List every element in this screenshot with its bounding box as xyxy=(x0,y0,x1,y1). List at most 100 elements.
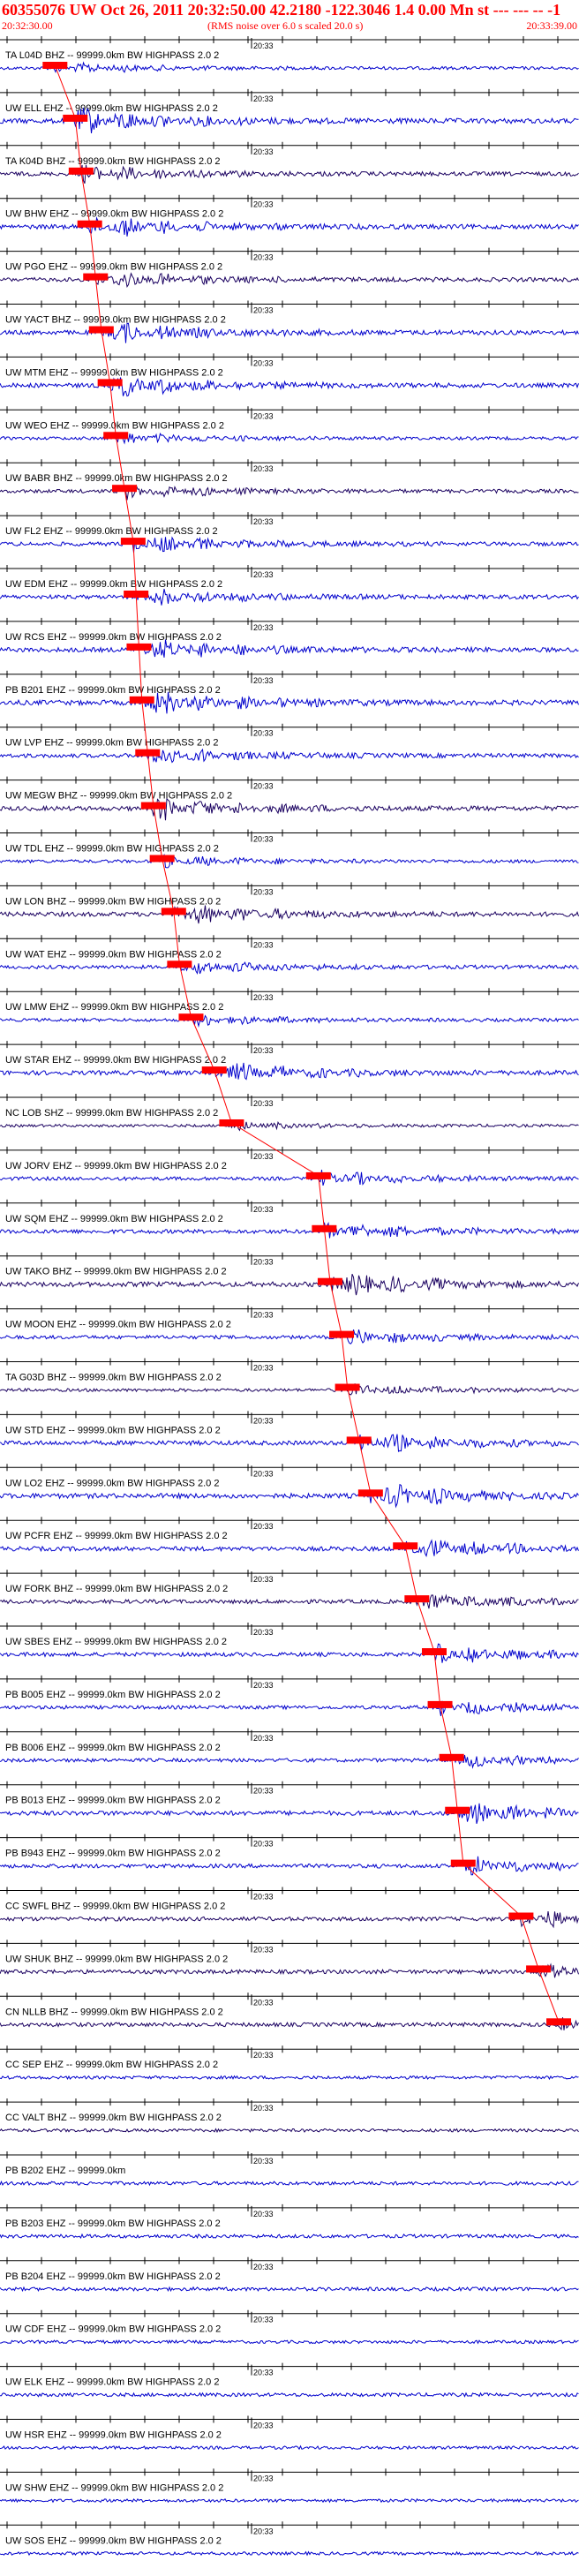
minute-label: 20:33 xyxy=(253,782,274,791)
waveform xyxy=(0,905,579,924)
minute-label: 20:33 xyxy=(253,2051,274,2060)
minute-label: 20:33 xyxy=(253,1522,274,1531)
minute-label: 20:33 xyxy=(253,729,274,738)
trace-row: 20:33 PB B006 EHZ -- 99999.0km BW HIGHPAS… xyxy=(0,1728,579,1769)
trace-label: UW MTM EHZ -- 99999.0km BW HIGHPASS 2.0 … xyxy=(5,367,223,378)
minute-label: 20:33 xyxy=(253,1998,274,2007)
minute-label: 20:33 xyxy=(253,2210,274,2218)
trace-row: 20:33 TA G03D BHZ -- 99999.0km BW HIGHPAS… xyxy=(0,1358,579,1396)
minute-label: 20:33 xyxy=(253,570,274,579)
trace-row: 20:33 PB B013 EHZ -- 99999.0km BW HIGHPAS… xyxy=(0,1781,579,1825)
waveform xyxy=(0,1169,579,1186)
trace-row: 20:33 UW RCS EHZ -- 99999.0km BW HIGHPASS… xyxy=(0,617,579,658)
trace-label: UW SOS EHZ -- 99999.0km BW HIGHPASS 2.0 … xyxy=(5,2535,222,2546)
minute-label: 20:33 xyxy=(253,1945,274,1954)
waveform xyxy=(0,1911,579,1929)
trace-row: 20:33 UW TAKO BHZ -- 99999.0km BW HIGHPAS… xyxy=(0,1252,579,1296)
minute-label: 20:33 xyxy=(253,94,274,103)
trace-row: 20:33 UW MOON EHZ -- 99999.0km BW HIGHPAS… xyxy=(0,1305,579,1344)
waveform xyxy=(0,1221,579,1239)
record-header: 60355076 UW Oct 26, 2011 20:32:50.00 42.… xyxy=(0,0,579,35)
pick-marker xyxy=(546,2018,572,2026)
trace-label: UW MOON EHZ -- 99999.0km BW HIGHPASS 2.0… xyxy=(5,1320,231,1330)
minute-label: 20:33 xyxy=(253,835,274,844)
trace-row: 20:33 UW BABR BHZ -- 99999.0km BW HIGHPAS… xyxy=(0,459,579,501)
waveform xyxy=(0,748,579,764)
trace-row: 20:33 PB B005 EHZ -- 99999.0km BW HIGHPAS… xyxy=(0,1675,579,1716)
minute-label: 20:33 xyxy=(253,1734,274,1743)
trace-row: 20:33 UW WAT EHZ -- 99999.0km BW HIGHPASS… xyxy=(0,935,579,975)
trace-row: 20:33 UW SQM EHZ -- 99999.0km BW HIGHPASS… xyxy=(0,1199,579,1239)
minute-label: 20:33 xyxy=(253,464,274,473)
trace-row: 20:33 CN NLLB BHZ -- 99999.0km BW HIGHPAS… xyxy=(0,1992,579,2031)
trace-label: UW LMW EHZ -- 99999.0km BW HIGHPASS 2.0 … xyxy=(5,1002,223,1013)
trace-row: 20:33 UW HSR EHZ -- 99999.0km BW HIGHPASS… xyxy=(0,2415,579,2451)
trace-label: UW SBES EHZ -- 99999.0km BW HIGHPASS 2.0… xyxy=(5,1637,227,1647)
minute-label: 20:33 xyxy=(253,676,274,685)
waveform xyxy=(0,322,579,343)
trace-label: UW STAR EHZ -- 99999.0km BW HIGHPASS 2.0… xyxy=(5,1055,226,1066)
moveout-line xyxy=(54,64,560,2022)
waveform xyxy=(0,61,579,74)
minute-label: 20:33 xyxy=(253,41,274,50)
trace-label: UW ELK EHZ -- 99999.0km BW HIGHPASS 2.0 … xyxy=(5,2377,219,2388)
minute-label: 20:33 xyxy=(253,887,274,896)
end-time: 20:33:39.00 xyxy=(526,19,577,32)
trace-label: CC SEP EHZ -- 99999.0km BW HIGHPASS 2.0 … xyxy=(5,2060,218,2070)
trace-row: 20:33 UW FORK BHZ -- 99999.0km BW HIGHPAS… xyxy=(0,1570,579,1609)
waveform xyxy=(0,2550,579,2557)
minute-label: 20:33 xyxy=(253,411,274,420)
trace-label: UW CDF EHZ -- 99999.0km BW HIGHPASS 2.0 … xyxy=(5,2324,221,2335)
minute-label: 20:33 xyxy=(253,940,274,949)
minute-label: 20:33 xyxy=(253,1893,274,1902)
waveform xyxy=(0,1754,579,1769)
trace-label: UW PGO EHZ -- 99999.0km BW HIGHPASS 2.0 … xyxy=(5,262,222,273)
trace-row: 20:33 UW STAR EHZ -- 99999.0km BW HIGHPAS… xyxy=(0,1041,579,1081)
trace-label: UW LO2 EHZ -- 99999.0km BW HIGHPASS 2.0 … xyxy=(5,1478,219,1488)
minute-label: 20:33 xyxy=(253,1364,274,1373)
trace-row: 20:33UW WEO EHZ -- 99999.0km BW HIGHPASS… xyxy=(0,406,579,445)
minute-label: 20:33 xyxy=(253,1046,274,1055)
waveform xyxy=(0,797,579,821)
trace-label: TA L04D BHZ -- 99999.0km BW HIGHPASS 2.0… xyxy=(5,50,219,61)
minute-label: 20:33 xyxy=(253,517,274,526)
trace-row: 20:33 PB B201 EHZ -- 99999.0km BW HIGHPAS… xyxy=(0,670,579,714)
waveform xyxy=(0,1014,579,1028)
minute-label: 20:33 xyxy=(253,1681,274,1690)
minute-label: 20:33 xyxy=(253,1311,274,1320)
trace-row: 20:33 UW MTM EHZ -- 99999.0km BW HIGHPASS… xyxy=(0,353,579,397)
trace-label: TA K04D BHZ -- 99999.0km BW HIGHPASS 2.0… xyxy=(5,156,221,167)
trace-row: 20:33 UW ELL EHZ -- 99999.0km BW HIGHPASS… xyxy=(0,88,579,133)
minute-label: 20:33 xyxy=(253,1152,274,1161)
minute-label: 20:33 xyxy=(253,2527,274,2535)
waveform xyxy=(0,2233,579,2240)
trace-label: UW PCFR EHZ -- 99999.0km BW HIGHPASS 2.0… xyxy=(5,1531,228,1541)
trace-row: 20:33 UW SHW EHZ -- 99999.0km BW HIGHPASS… xyxy=(0,2468,579,2504)
trace-row: 20:33 UW STD EHZ -- 99999.0km BW HIGHPASS… xyxy=(0,1411,579,1452)
trace-row: 20:33 UW CDF EHZ -- 99999.0km BW HIGHPASS… xyxy=(0,2309,579,2345)
trace-label: UW BABR BHZ -- 99999.0km BW HIGHPASS 2.0… xyxy=(5,473,228,484)
waveform xyxy=(0,588,579,606)
waveform xyxy=(0,1539,579,1557)
waveform xyxy=(0,2017,579,2031)
waveform xyxy=(0,1856,579,1876)
waveform xyxy=(0,433,579,445)
minute-label: 20:33 xyxy=(253,1469,274,1478)
trace-label: PB B203 EHZ -- 99999.0km BW HIGHPASS 2.0… xyxy=(5,2218,221,2229)
trace-label: UW ELL EHZ -- 99999.0km BW HIGHPASS 2.0 … xyxy=(5,103,218,114)
trace-row: 20:33 UW TDL EHZ -- 99999.0km BW HIGHPASS… xyxy=(0,829,579,869)
minute-label: 20:33 xyxy=(253,2369,274,2377)
minute-label: 20:33 xyxy=(253,1628,274,1637)
waveform xyxy=(0,2339,579,2345)
trace-row: 20:33 TA L04D BHZ -- 99999.0km BW HIGHPAS… xyxy=(0,36,579,74)
trace-label: PB B204 EHZ -- 99999.0km BW HIGHPASS 2.0… xyxy=(5,2271,221,2282)
waveform xyxy=(0,536,579,553)
seismogram-panel: 20:33 TA L04D BHZ -- 99999.0km BW HIGHPAS… xyxy=(0,36,579,2557)
minute-label: 20:33 xyxy=(253,147,274,156)
minute-label: 20:33 xyxy=(253,993,274,1002)
scaling-note: (RMS noise over 6.0 s scaled 20.0 s) xyxy=(207,19,364,32)
trace-label: UW RCS EHZ -- 99999.0km BW HIGHPASS 2.0 … xyxy=(5,632,222,643)
trace-row: 20:33 PB B204 EHZ -- 99999.0km BW HIGHPAS… xyxy=(0,2256,579,2293)
waveform xyxy=(0,2444,579,2451)
minute-label: 20:33 xyxy=(253,253,274,262)
